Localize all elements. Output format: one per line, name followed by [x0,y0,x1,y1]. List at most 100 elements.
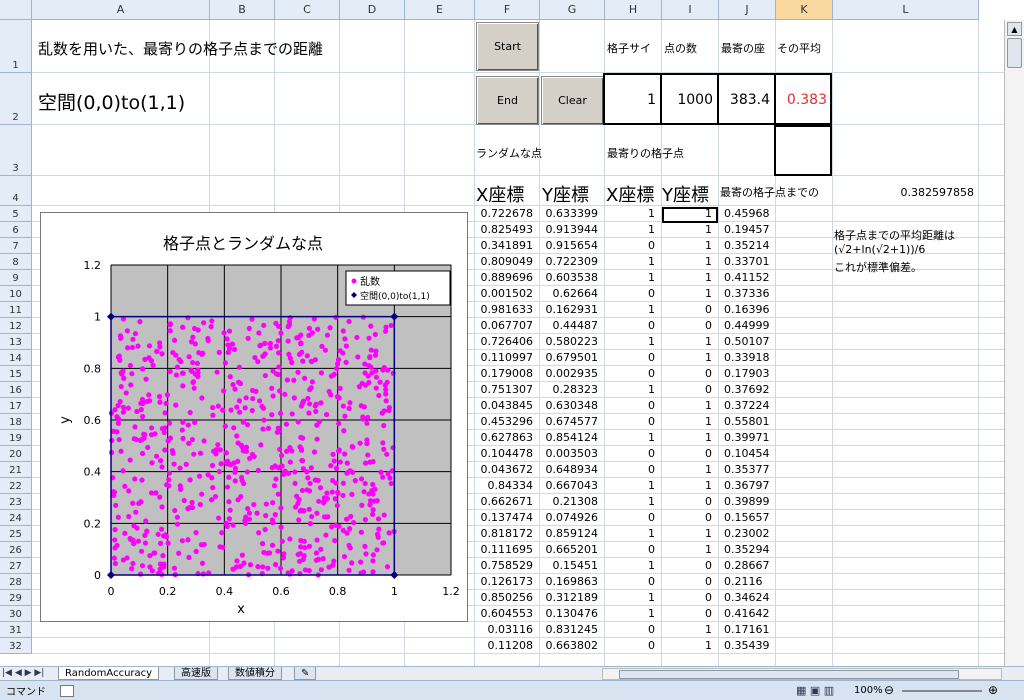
table-cell[interactable]: 1 [661,287,716,300]
row-header-10[interactable]: 10 [0,286,32,302]
table-cell[interactable]: 0 [604,447,659,460]
row-header-4[interactable]: 4 [0,176,32,206]
column-header-k[interactable]: K [776,0,833,20]
table-cell[interactable]: 0.41152 [718,271,774,284]
column-header-j[interactable]: J [719,0,776,20]
table-cell[interactable]: 0.84334 [474,479,537,492]
row-header-27[interactable]: 27 [0,558,32,574]
table-cell[interactable]: 1 [661,255,716,268]
row-header-20[interactable]: 20 [0,446,32,462]
table-cell[interactable]: 0 [604,319,659,332]
table-cell[interactable]: 0.111695 [474,543,537,556]
table-cell[interactable]: 0 [604,511,659,524]
table-cell[interactable]: 0.44999 [718,319,774,332]
table-cell[interactable]: 1 [604,223,659,236]
table-cell[interactable]: 0.110997 [474,351,537,364]
table-cell[interactable]: 0 [604,575,659,588]
table-cell[interactable]: 0 [604,367,659,380]
row-header-1[interactable]: 1 [0,20,32,73]
row-header-18[interactable]: 18 [0,414,32,430]
scroll-thumb[interactable] [1007,38,1022,68]
table-cell[interactable]: 0.067707 [474,319,537,332]
table-cell[interactable]: 0 [604,639,659,652]
sheet-tab[interactable]: RandomAccuracy [58,667,160,680]
table-cell[interactable]: 1 [604,383,659,396]
table-cell[interactable]: 1 [661,351,716,364]
table-cell[interactable]: 0.889696 [474,271,537,284]
table-cell[interactable]: 0 [604,463,659,476]
row-header-25[interactable]: 25 [0,526,32,542]
row-header-8[interactable]: 8 [0,254,32,270]
vertical-scrollbar[interactable]: ▲ [1004,20,1024,666]
table-cell[interactable]: 0.665201 [539,543,602,556]
table-cell[interactable]: 0.33918 [718,351,774,364]
table-cell[interactable]: 0 [661,575,716,588]
table-cell[interactable]: 1 [604,207,659,220]
column-header-d[interactable]: D [340,0,405,20]
table-cell[interactable]: 0 [604,399,659,412]
table-cell[interactable]: 0.23002 [718,527,774,540]
table-cell[interactable]: 0.002935 [539,367,602,380]
nearest-sum-value[interactable]: 383.4 [719,92,774,108]
table-cell[interactable]: 0.50107 [718,335,774,348]
table-cell[interactable]: 1 [604,527,659,540]
table-cell[interactable]: 0.859124 [539,527,602,540]
table-cell[interactable]: 0.28667 [718,559,774,572]
scroll-up-arrow[interactable]: ▲ [1007,22,1022,36]
table-cell[interactable]: 0.043672 [474,463,537,476]
table-cell[interactable]: 1 [604,495,659,508]
row-header-5[interactable]: 5 [0,206,32,222]
table-cell[interactable]: 0 [604,415,659,428]
table-cell[interactable]: 0.818172 [474,527,537,540]
row-header-22[interactable]: 22 [0,478,32,494]
row-header-14[interactable]: 14 [0,350,32,366]
row-header-17[interactable]: 17 [0,398,32,414]
zoom-level[interactable]: 100% [854,685,883,696]
table-cell[interactable]: 0.001502 [474,287,537,300]
table-cell[interactable]: 1 [661,431,716,444]
table-cell[interactable]: 0.41642 [718,607,774,620]
table-cell[interactable]: 1 [604,479,659,492]
table-cell[interactable]: 1 [604,303,659,316]
table-cell[interactable]: 0.37692 [718,383,774,396]
table-cell[interactable]: 0.179008 [474,367,537,380]
table-cell[interactable]: 0 [604,239,659,252]
table-cell[interactable]: 0.10454 [718,447,774,460]
table-cell[interactable]: 0.604553 [474,607,537,620]
table-cell[interactable]: 0.162931 [539,303,602,316]
zoom-in-icon[interactable]: ⊕ [988,683,998,697]
table-cell[interactable]: 1 [661,239,716,252]
row-header-3[interactable]: 3 [0,125,32,176]
table-cell[interactable]: 0.34624 [718,591,774,604]
table-cell[interactable]: 0.312189 [539,591,602,604]
table-cell[interactable]: 0.453296 [474,415,537,428]
table-cell[interactable]: 0.19457 [718,223,774,236]
table-cell[interactable]: 0.137474 [474,511,537,524]
table-cell[interactable]: 0.45968 [718,207,774,220]
table-cell[interactable]: 0.28323 [539,383,602,396]
row-header-6[interactable]: 6 [0,222,32,238]
row-header-2[interactable]: 2 [0,73,32,125]
table-cell[interactable]: 0.648934 [539,463,602,476]
table-cell[interactable]: 0.15657 [718,511,774,524]
column-header-l[interactable]: L [833,0,979,20]
table-cell[interactable]: 0.726406 [474,335,537,348]
table-cell[interactable]: 0 [604,623,659,636]
end-button[interactable]: End [476,76,539,125]
table-cell[interactable]: 0 [661,447,716,460]
sheet-tab[interactable]: 数値積分 [228,667,282,680]
column-header-h[interactable]: H [605,0,662,20]
table-cell[interactable]: 0.667043 [539,479,602,492]
table-cell[interactable]: 0.915654 [539,239,602,252]
table-cell[interactable]: 0.104478 [474,447,537,460]
table-cell[interactable]: 0.62664 [539,287,602,300]
table-cell[interactable]: 0 [661,591,716,604]
row-header-23[interactable]: 23 [0,494,32,510]
table-cell[interactable]: 0.603538 [539,271,602,284]
table-cell[interactable]: 0.35214 [718,239,774,252]
table-cell[interactable]: 0 [661,367,716,380]
table-cell[interactable]: 1 [661,271,716,284]
table-cell[interactable]: 0 [661,319,716,332]
zoom-slider[interactable] [902,690,982,692]
table-cell[interactable]: 0.580223 [539,335,602,348]
